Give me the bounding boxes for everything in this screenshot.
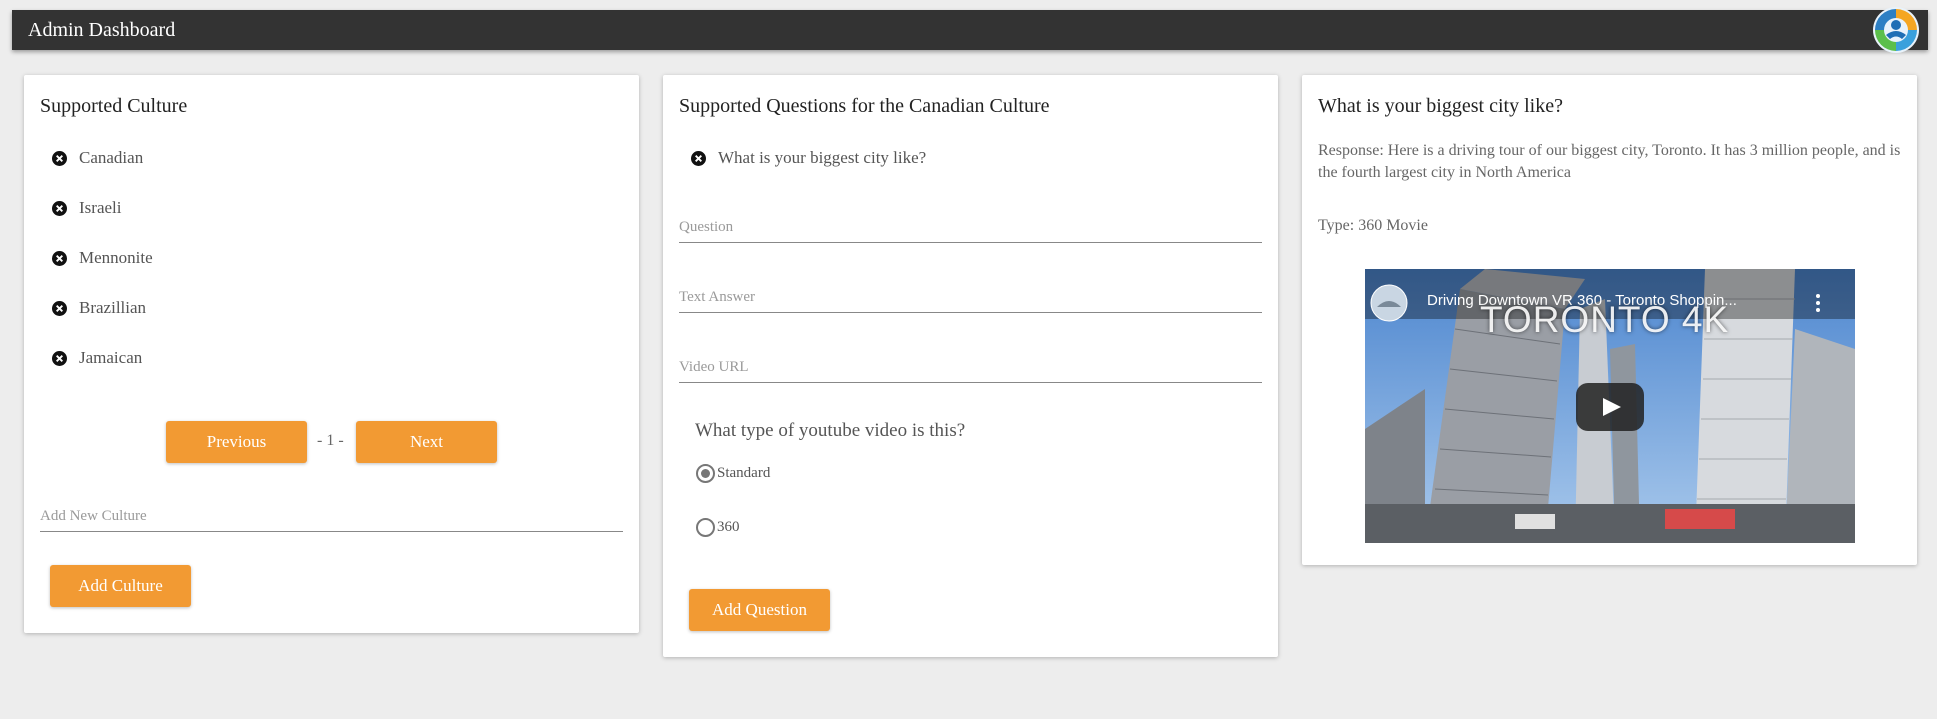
text-answer-field bbox=[679, 283, 1262, 313]
more-vert-icon[interactable] bbox=[1814, 293, 1822, 313]
culture-item: Jamaican bbox=[52, 348, 142, 368]
culture-item-label: Jamaican bbox=[79, 348, 143, 367]
radio-360[interactable]: 360 bbox=[696, 518, 740, 537]
culture-card-title: Supported Culture bbox=[40, 95, 188, 117]
question-input[interactable] bbox=[679, 213, 1262, 242]
delete-circle-icon[interactable] bbox=[52, 150, 67, 166]
questions-card-title: Supported Questions for the Canadian Cul… bbox=[679, 95, 1050, 117]
top-app-bar: Admin Dashboard bbox=[12, 7, 1928, 53]
radio-standard-label: Standard bbox=[717, 465, 771, 481]
radio-360-label: 360 bbox=[717, 519, 740, 535]
culture-item: Israeli bbox=[52, 198, 121, 218]
new-culture-input[interactable] bbox=[40, 502, 623, 531]
delete-circle-icon[interactable] bbox=[691, 150, 706, 166]
new-culture-field bbox=[40, 502, 623, 532]
video-player[interactable]: Driving Downtown VR 360 - Toronto Shoppi… bbox=[1365, 269, 1855, 543]
previous-button[interactable]: Previous bbox=[166, 421, 307, 463]
video-url-input[interactable] bbox=[679, 353, 1262, 382]
question-detail-card: What is your biggest city like? Response… bbox=[1302, 75, 1917, 565]
culture-card: Supported Culture Canadian Israeli Menno… bbox=[24, 75, 639, 633]
question-item[interactable]: What is your biggest city like? bbox=[691, 148, 926, 168]
delete-circle-icon[interactable] bbox=[52, 250, 67, 266]
culture-item: Mennonite bbox=[52, 248, 153, 268]
delete-circle-icon[interactable] bbox=[52, 300, 67, 316]
radio-unselected-icon[interactable] bbox=[696, 518, 715, 537]
video-url-field bbox=[679, 353, 1262, 383]
detail-type: Type: 360 Movie bbox=[1318, 217, 1428, 234]
questions-card: Supported Questions for the Canadian Cul… bbox=[663, 75, 1278, 657]
page-indicator: - 1 - bbox=[317, 432, 344, 449]
question-field bbox=[679, 213, 1262, 243]
culture-item-label: Canadian bbox=[79, 148, 144, 167]
culture-item: Canadian bbox=[52, 148, 143, 168]
detail-response: Response: Here is a driving tour of our … bbox=[1318, 142, 1901, 181]
app-title: Admin Dashboard bbox=[28, 19, 176, 41]
question-item-label: What is your biggest city like? bbox=[718, 148, 927, 167]
add-culture-button[interactable]: Add Culture bbox=[50, 565, 191, 607]
delete-circle-icon[interactable] bbox=[52, 200, 67, 216]
radio-selected-icon[interactable] bbox=[696, 464, 715, 483]
text-answer-input[interactable] bbox=[679, 283, 1262, 312]
play-icon[interactable] bbox=[1576, 383, 1644, 431]
culture-item-label: Brazillian bbox=[79, 298, 147, 317]
culture-item: Brazillian bbox=[52, 298, 146, 318]
people-circle-logo-icon bbox=[1873, 7, 1919, 53]
radio-standard[interactable]: Standard bbox=[696, 464, 770, 483]
culture-item-label: Israeli bbox=[79, 198, 122, 217]
video-type-prompt: What type of youtube video is this? bbox=[695, 420, 966, 441]
detail-title: What is your biggest city like? bbox=[1318, 95, 1563, 117]
add-question-button[interactable]: Add Question bbox=[689, 589, 830, 631]
delete-circle-icon[interactable] bbox=[52, 350, 67, 366]
video-overlay-text: TORONTO 4K bbox=[1480, 299, 1730, 340]
next-button[interactable]: Next bbox=[356, 421, 497, 463]
culture-item-label: Mennonite bbox=[79, 248, 153, 267]
